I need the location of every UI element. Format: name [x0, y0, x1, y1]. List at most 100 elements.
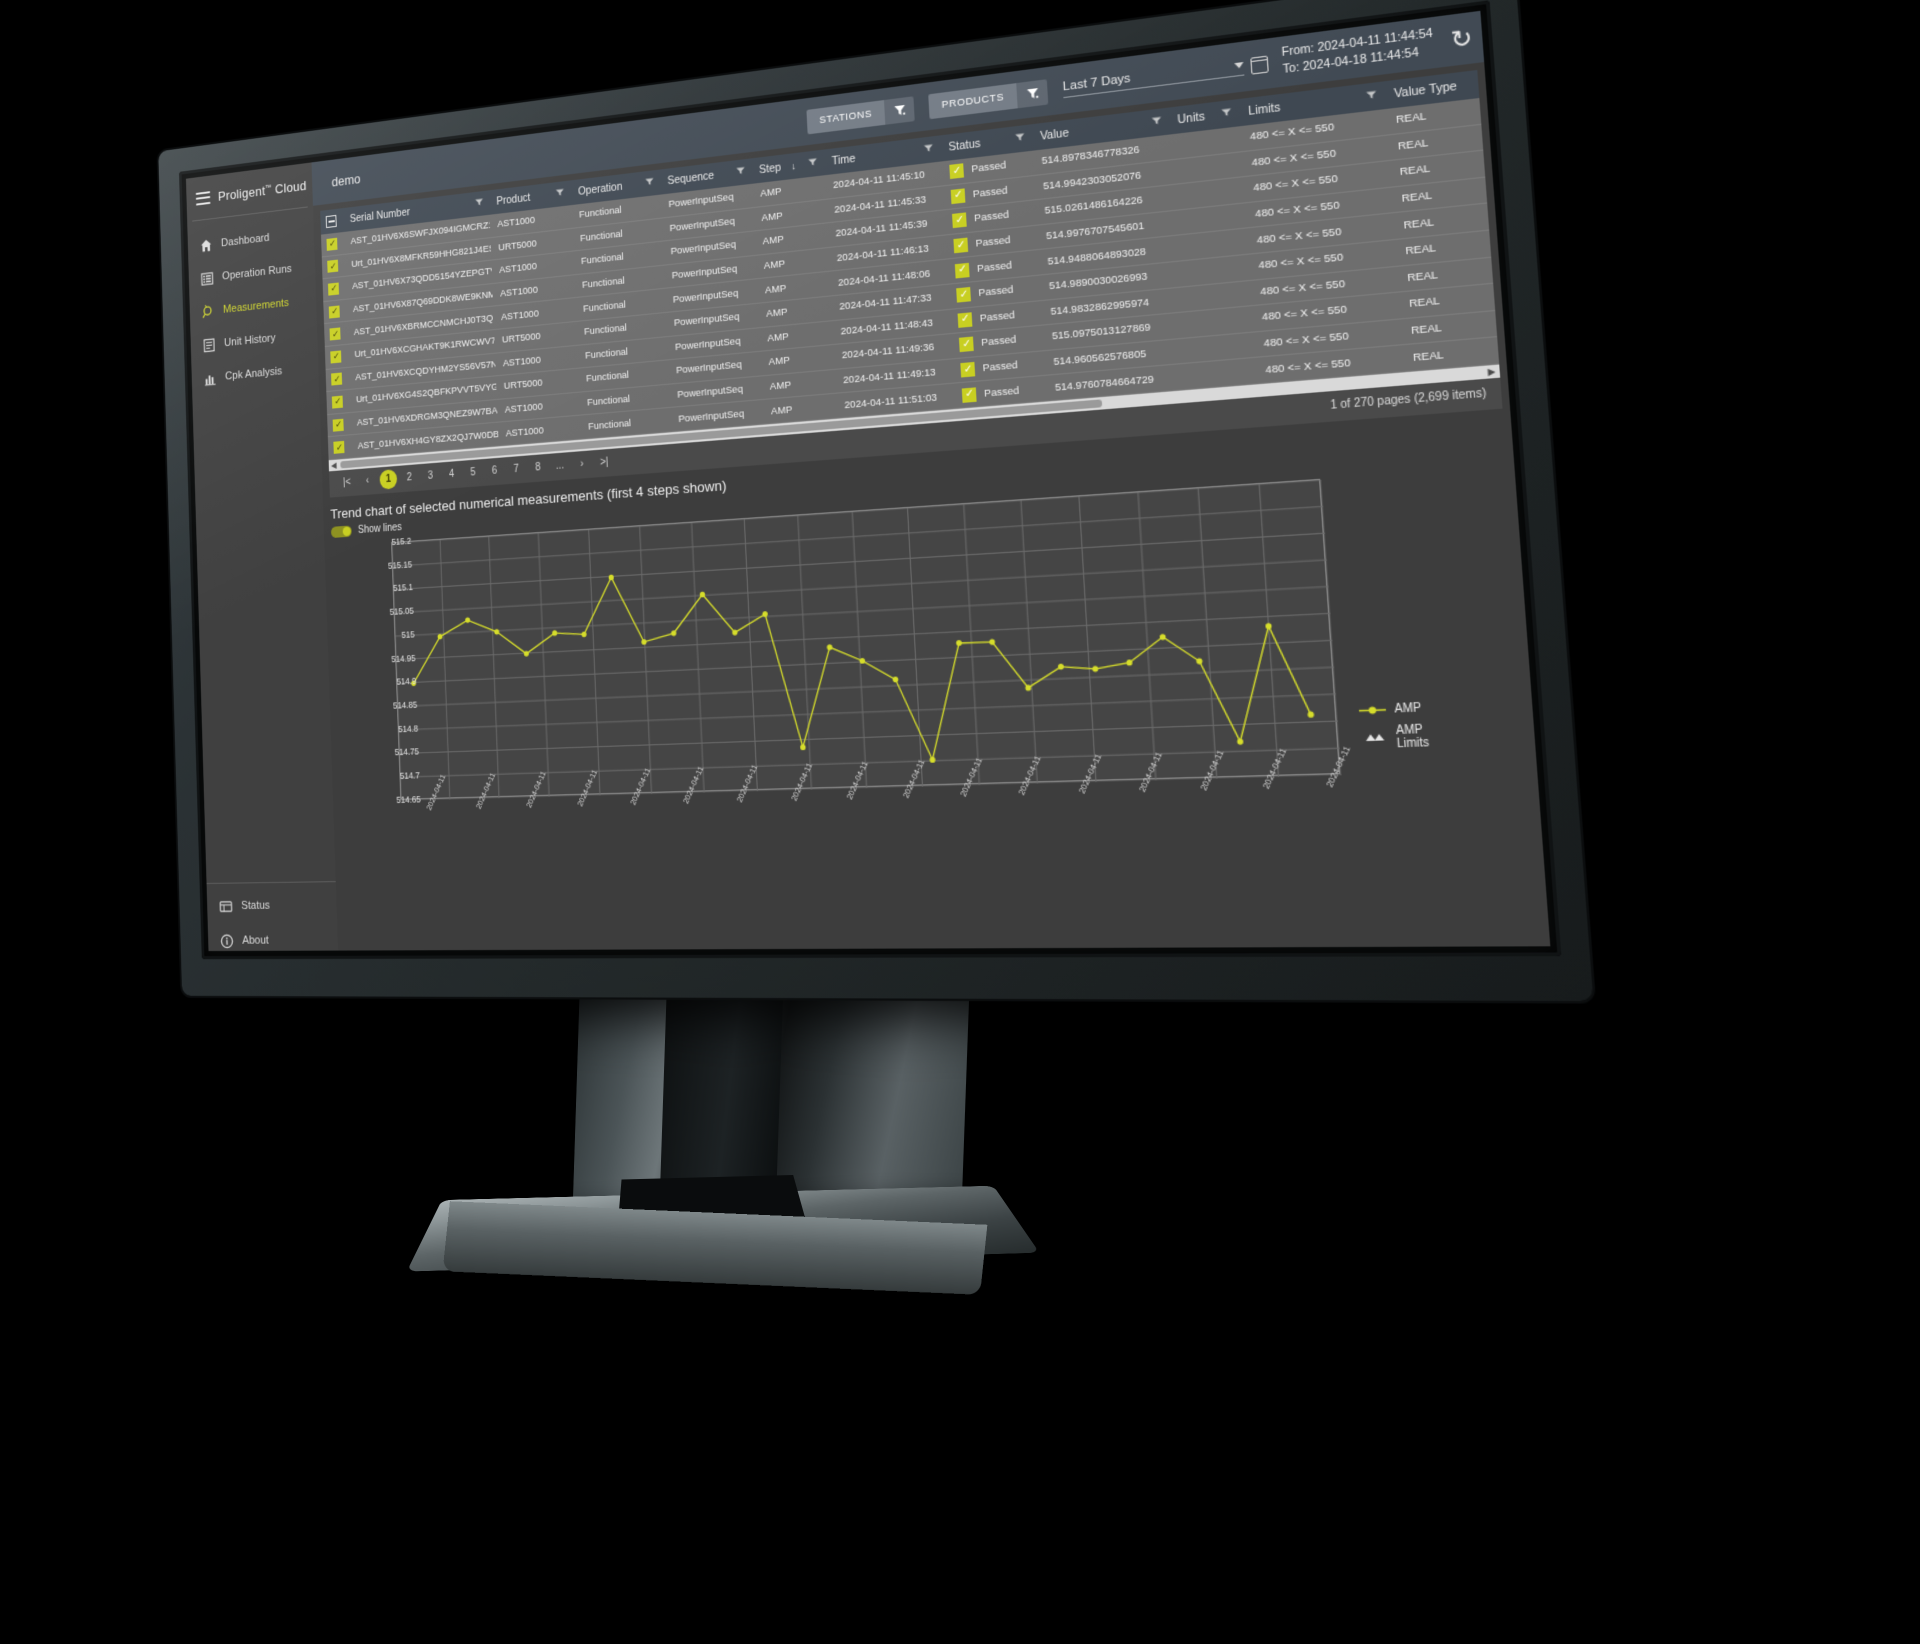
table-row[interactable]: ✓ AST_01HV6XDRGM3QNEZ9W7BAHH8ZHM AST1000 Fu… — [327, 310, 1498, 438]
row-checkbox[interactable]: ✓ — [323, 304, 346, 319]
screenshot-stage: Proligent™ Cloud demo STATIONS PRODUCTS … — [0, 0, 1920, 1644]
row-checkbox[interactable]: ✓ — [323, 282, 345, 296]
stations-filter-icon[interactable] — [883, 95, 915, 125]
pagination-page-4[interactable]: 4 — [442, 464, 460, 485]
column-header-label: Step — [758, 161, 782, 177]
row-checkbox[interactable]: ✓ — [324, 327, 347, 341]
row-checkbox[interactable]: ✓ — [327, 418, 350, 432]
hamburger-menu-icon[interactable] — [195, 190, 211, 206]
column-filter-icon[interactable] — [475, 197, 484, 210]
pagination-page-...[interactable]: ... — [550, 456, 569, 477]
row-checkbox[interactable]: ✓ — [326, 395, 349, 409]
column-header-product[interactable]: Product — [489, 187, 571, 209]
monitor-screen: Proligent™ Cloud demo STATIONS PRODUCTS … — [185, 10, 1551, 952]
column-filter-icon[interactable] — [1366, 89, 1378, 104]
table-row[interactable]: ✓ Urt_01HV6XCGHAKT9K1RWCWV76FV1F URT5000 Fu… — [324, 230, 1492, 370]
sidebar-item-status[interactable]: Status — [207, 887, 337, 923]
cell-serial-number: Urt_01HV6XCGHAKT9K1RWCWV76FV1F — [354, 335, 495, 361]
cell-operation: Functional — [581, 275, 626, 292]
sidebar-item-about[interactable]: About — [208, 923, 339, 951]
date-range-control: Last 7 Days — [1062, 54, 1269, 99]
scroll-thumb[interactable] — [340, 399, 1103, 469]
row-checkbox[interactable]: ✓ — [321, 237, 343, 251]
cell-serial-number: AST_01HV6XH4GY8ZX2QJ7W0DBTXNXX — [357, 428, 499, 452]
pagination-first-icon[interactable]: |< — [338, 473, 356, 494]
x-axis-tick-label: 2024-04-11 — [958, 755, 985, 799]
cell-product: AST1000 — [497, 214, 536, 231]
column-header-value[interactable]: Value — [1031, 114, 1169, 144]
cell-sequence: PowerInputSeq — [674, 335, 741, 354]
x-axis-tick-label: 2024-04-11 — [789, 761, 814, 803]
table-row[interactable]: ✓ Urt_01HV6X8MFKR59HHG821J4ESKV3 URT5000 Fu… — [321, 124, 1484, 280]
column-filter-icon[interactable] — [736, 166, 746, 180]
column-header-limits[interactable]: Limits — [1239, 88, 1385, 119]
pagination-next-icon[interactable]: › — [572, 454, 591, 475]
pagination-page-7[interactable]: 7 — [507, 459, 526, 480]
cell-product: AST1000 — [504, 401, 543, 416]
stations-button[interactable]: STATIONS — [806, 99, 886, 134]
pagination-page-3[interactable]: 3 — [421, 466, 439, 487]
cell-serial-number: AST_01HV6X73QDD5154YZEPGTV45YN — [351, 266, 492, 293]
column-filter-icon[interactable] — [1151, 115, 1162, 130]
column-header-operation[interactable]: Operation — [570, 176, 660, 199]
pagination-page-5[interactable]: 5 — [464, 463, 482, 484]
row-checkbox[interactable]: ✓ — [325, 350, 348, 364]
table-row[interactable]: ✓ AST_01HV6X73QDD5154YZEPGTV45YN AST1000 Fu… — [322, 150, 1486, 302]
row-checkbox[interactable]: ✓ — [328, 440, 351, 454]
column-header-sequence[interactable]: Sequence — [659, 165, 751, 189]
cell-step: AMP — [764, 282, 787, 297]
column-header-status[interactable]: Status — [940, 131, 1032, 155]
status-label: Passed — [978, 284, 1014, 300]
x-axis-tick-label: 2024-04-11 — [575, 767, 600, 808]
calendar-icon[interactable] — [1250, 54, 1269, 75]
checked-checkbox-icon: ✓ — [326, 237, 338, 251]
column-filter-icon[interactable] — [808, 157, 818, 171]
table-row[interactable]: ✓ AST_01HV6XBRMCCNMCHJ0T3QBA231D AST1000 Fu… — [324, 203, 1490, 348]
date-range-select[interactable]: Last 7 Days — [1062, 57, 1245, 99]
y-axis-tick-label: 514.8 — [398, 723, 419, 735]
pagination-page-6[interactable]: 6 — [485, 461, 504, 482]
y-axis-tick-label: 515.2 — [391, 535, 412, 548]
scroll-left-icon[interactable]: ◀ — [329, 459, 339, 471]
cell-value-type: REAL — [1410, 321, 1443, 338]
column-header-value-type[interactable]: Value Type — [1384, 77, 1479, 102]
pagination-page-1[interactable]: 1 — [379, 469, 398, 491]
column-header-step[interactable]: Step ↓ — [751, 156, 824, 177]
pagination-page-8[interactable]: 8 — [529, 458, 548, 479]
row-checkbox[interactable]: ✓ — [326, 372, 349, 386]
table-row[interactable]: ✓ AST_01HV6XCQDYHM2YS56V57ND6100 AST1000 Fu… — [325, 257, 1494, 393]
column-filter-icon[interactable] — [924, 143, 934, 157]
products-button[interactable]: PRODUCTS — [928, 82, 1018, 119]
select-all-checkbox[interactable] — [320, 214, 342, 229]
cell-value: 515.0261486164226 — [1044, 194, 1144, 218]
sidebar-item-dashboard[interactable]: Dashboard — [187, 216, 314, 264]
scroll-right-icon[interactable]: ▶ — [1484, 365, 1499, 379]
table-horizontal-scrollbar[interactable]: ◀ ▶ — [328, 364, 1501, 472]
pagination-page-2[interactable]: 2 — [400, 468, 418, 489]
column-filter-icon[interactable] — [1221, 107, 1232, 122]
column-header-units[interactable]: Units — [1168, 106, 1240, 128]
refresh-icon[interactable]: ↻ — [1450, 24, 1474, 53]
cell-serial-number: AST_01HV6XBRMCCNMCHJ0T3QBA231D — [353, 312, 494, 338]
row-checkbox[interactable]: ✓ — [322, 259, 344, 274]
products-filter-icon[interactable] — [1016, 78, 1049, 108]
pagination-last-icon[interactable]: >| — [595, 452, 614, 473]
table-row[interactable]: ✓ AST_01HV6XH4GY8ZX2QJ7W0DBTXNXX AST1000 Fu… — [327, 337, 1500, 461]
column-filter-icon[interactable] — [645, 177, 654, 191]
cell-status: ✓ Passed — [952, 356, 1045, 378]
table-row[interactable]: ✓ Urt_01HV6XG4S2QBFKPVVT5VYG9X6R URT5000 Fu… — [326, 284, 1496, 415]
show-lines-toggle[interactable] — [330, 525, 352, 538]
column-header-serial-number[interactable]: Serial Number — [342, 196, 489, 226]
column-header-time[interactable]: Time — [823, 142, 940, 169]
column-filter-icon[interactable] — [1015, 132, 1026, 146]
legend-item-amp-limits[interactable]: AMP Limits — [1360, 722, 1454, 751]
column-filter-icon[interactable] — [556, 187, 565, 200]
table-row[interactable]: ✓ AST_01HV6X6SWFJX094IGMCRZ1NNDR AST1000 Fu… — [320, 97, 1482, 258]
legend-item-amp[interactable]: AMP — [1359, 701, 1452, 718]
checked-checkbox-icon: ✓ — [330, 350, 342, 364]
sidebar-item-cpk-analysis[interactable]: Cpk Analysis — [191, 351, 319, 397]
pagination-prev-icon[interactable]: ‹ — [359, 471, 377, 492]
cell-value: 514.9488064893028 — [1047, 245, 1147, 268]
sort-descending-icon[interactable]: ↓ — [791, 160, 796, 171]
table-row[interactable]: ✓ AST_01HV6X87Q69DDK8WE9KNM1249E AST1000 Fu… — [323, 177, 1488, 325]
